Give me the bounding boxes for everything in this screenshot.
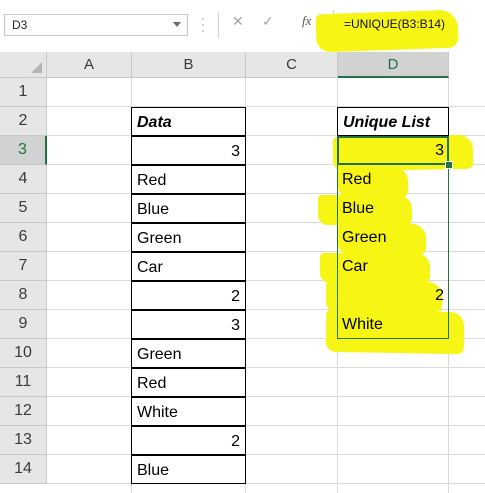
row-header-14[interactable]: 14 bbox=[0, 455, 47, 484]
gridline bbox=[47, 396, 485, 397]
column-header-a[interactable]: A bbox=[47, 52, 132, 78]
gridline bbox=[47, 425, 485, 426]
active-cell-border bbox=[337, 136, 449, 165]
unique-header-cell[interactable]: Unique List bbox=[337, 107, 449, 136]
column-header-c[interactable]: C bbox=[246, 52, 338, 78]
row-header-12[interactable]: 12 bbox=[0, 397, 47, 426]
cancel-icon[interactable]: ✕ bbox=[232, 13, 244, 30]
row-header-1[interactable]: 1 bbox=[0, 78, 47, 107]
data-cell[interactable]: Green bbox=[131, 339, 246, 368]
spreadsheet-grid: A B C D 1 2 3 4 5 6 7 8 9 10 11 12 13 14… bbox=[0, 52, 485, 493]
row-header-2[interactable]: 2 bbox=[0, 107, 47, 136]
data-cell[interactable]: 2 bbox=[131, 426, 246, 455]
row-header-13[interactable]: 13 bbox=[0, 426, 47, 455]
data-header-cell[interactable]: Data bbox=[131, 107, 246, 136]
gridline bbox=[47, 483, 485, 484]
data-cell[interactable]: Red bbox=[131, 368, 246, 397]
column-header-b[interactable]: B bbox=[132, 52, 246, 78]
row-header-5[interactable]: 5 bbox=[0, 194, 47, 223]
name-box[interactable]: D3 bbox=[4, 14, 188, 36]
column-header-d[interactable]: D bbox=[338, 52, 449, 78]
insert-function-icon[interactable]: fx bbox=[302, 13, 311, 29]
data-cell[interactable]: Green bbox=[131, 223, 246, 252]
spill-range-border bbox=[337, 136, 449, 339]
row-header-9[interactable]: 9 bbox=[0, 310, 47, 339]
select-all-triangle-icon bbox=[31, 62, 42, 73]
select-all-button[interactable] bbox=[0, 52, 47, 78]
data-cell[interactable]: 3 bbox=[131, 310, 246, 339]
formula-bar-resize-handle[interactable]: · · · bbox=[201, 12, 205, 36]
row-header-8[interactable]: 8 bbox=[0, 281, 47, 310]
row-header-7[interactable]: 7 bbox=[0, 252, 47, 281]
data-cell[interactable]: Red bbox=[131, 165, 246, 194]
formula-text: =UNIQUE(B3:B14) bbox=[344, 17, 446, 31]
gridline bbox=[47, 367, 485, 368]
row-header-6[interactable]: 6 bbox=[0, 223, 47, 252]
data-cell[interactable]: White bbox=[131, 397, 246, 426]
fill-handle[interactable] bbox=[445, 161, 453, 169]
row-header-3[interactable]: 3 bbox=[0, 136, 47, 165]
enter-icon[interactable]: ✓ bbox=[262, 13, 274, 30]
data-cell[interactable]: Car bbox=[131, 252, 246, 281]
row-header-4[interactable]: 4 bbox=[0, 165, 47, 194]
name-box-value: D3 bbox=[12, 18, 28, 32]
formula-bar-divider bbox=[218, 12, 219, 38]
formula-bar: D3 · · · ✕ ✓ fx =UNIQUE(B3:B14) bbox=[0, 0, 485, 53]
data-cell[interactable]: Blue bbox=[131, 455, 246, 484]
row-header-11[interactable]: 11 bbox=[0, 368, 47, 397]
data-cell[interactable]: 2 bbox=[131, 281, 246, 310]
data-cell[interactable]: Blue bbox=[131, 194, 246, 223]
name-box-dropdown-icon[interactable] bbox=[173, 22, 181, 27]
formula-highlight-mark bbox=[315, 9, 459, 53]
gridline bbox=[47, 454, 485, 455]
data-cell[interactable]: 3 bbox=[131, 136, 246, 165]
row-header-10[interactable]: 10 bbox=[0, 339, 47, 368]
